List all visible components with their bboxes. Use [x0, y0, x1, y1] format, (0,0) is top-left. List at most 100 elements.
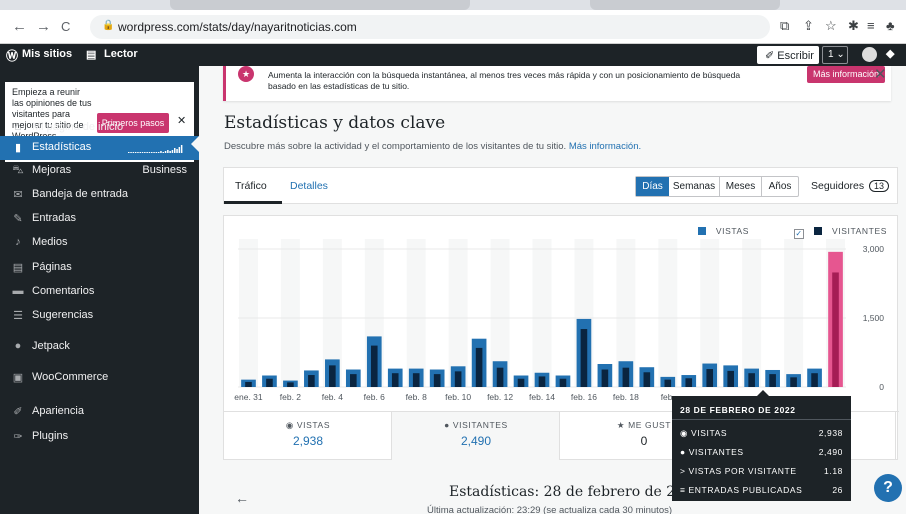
bar-chart: 3,000 1,500 0 ene. 31 feb. 2 feb. 4 feb. 6 feb.…: [234, 239, 885, 402]
notifications-count: 1: [828, 49, 834, 60]
visitors-bar[interactable]: [580, 329, 588, 387]
eye-icon: ◉: [285, 420, 294, 430]
visitors-bar[interactable]: [350, 374, 357, 387]
install-icon[interactable]: ⧉: [780, 18, 789, 34]
sidebar-item-label: Mejoras: [32, 164, 72, 176]
reload-icon[interactable]: C: [61, 19, 70, 34]
chart-column-bg: [406, 239, 426, 387]
sidebar-item-label: Páginas: [32, 261, 72, 273]
summary-tab[interactable]: ◉ VISTAS 2,938: [224, 412, 392, 460]
sidebar-item[interactable]: ▣ WooCommerce: [0, 366, 199, 390]
sidebar-item[interactable]: ✎ Entradas: [0, 207, 199, 231]
back-icon[interactable]: ←: [12, 18, 27, 35]
sidebar-item-label: Comentarios: [32, 285, 95, 297]
reader-link[interactable]: Lector: [104, 48, 138, 60]
visitors-bar[interactable]: [748, 373, 755, 387]
visitors-bar[interactable]: [538, 376, 546, 387]
visitors-bar[interactable]: [811, 373, 818, 387]
home-icon: ⌂: [14, 121, 22, 133]
sidebar-item[interactable]: ▬ Comentarios: [0, 280, 199, 304]
page-icon: ▤: [12, 262, 24, 274]
tooltip-row-icon: >: [680, 466, 686, 476]
sidebar-item-label: Apariencia: [32, 405, 84, 417]
period-days-button[interactable]: Días: [636, 177, 669, 196]
visitors-bar[interactable]: [245, 381, 252, 387]
visitors-bar[interactable]: [517, 378, 525, 387]
visitors-bar[interactable]: [727, 370, 734, 387]
visitors-bar[interactable]: [308, 375, 315, 387]
period-years-button[interactable]: Años: [761, 177, 798, 196]
visitors-bar[interactable]: [685, 378, 693, 387]
wordpress-logo-icon[interactable]: Ⓦ: [6, 47, 18, 64]
tooltip-row-text: VISITANTES: [688, 447, 744, 457]
browser-tab-strip: [0, 0, 906, 10]
followers-link[interactable]: Seguidores 13: [811, 180, 890, 192]
sidebar-item[interactable]: ✑ Plugins: [0, 425, 199, 449]
tooltip-row: ● VISITANTES 2,490: [680, 444, 843, 462]
media-icon: ♪: [15, 236, 21, 248]
x-tick-label: feb. 2: [280, 392, 302, 402]
visitors-bar[interactable]: [329, 365, 336, 387]
visitors-bar[interactable]: [643, 372, 651, 387]
jetpack-icon: ●: [14, 340, 22, 352]
visitors-bar[interactable]: [601, 369, 609, 387]
y-tick-label: 3,000: [863, 244, 885, 254]
share-icon[interactable]: ⇪: [803, 18, 814, 34]
sidebar-item[interactable]: ● Jetpack: [0, 335, 199, 359]
sidebar-item[interactable]: ▮ Estadísticas: [0, 136, 199, 160]
visitors-bar[interactable]: [433, 374, 441, 387]
page-title: Estadísticas y datos clave: [224, 113, 446, 133]
visitors-bar[interactable]: [391, 373, 399, 387]
sidebar-item[interactable]: ☰ Sugerencias: [0, 304, 199, 328]
day-stats-title: Estadísticas: 28 de febrero de 2022: [449, 484, 702, 500]
tab-traffic[interactable]: Tráfico: [235, 180, 267, 192]
masterbar: Ⓦ Mis sitios ▤ Lector ✐ Escribir 1 ⌄ ◆: [0, 44, 906, 66]
notifications-button[interactable]: 1 ⌄: [822, 46, 848, 64]
close-icon[interactable]: ✕: [874, 66, 887, 83]
visitors-bar[interactable]: [790, 377, 797, 387]
visitors-bar[interactable]: [664, 379, 672, 387]
period-months-button[interactable]: Meses: [719, 177, 761, 196]
visitors-bar[interactable]: [559, 378, 567, 387]
my-sites-link[interactable]: Mis sitios: [22, 48, 72, 60]
browser-tab[interactable]: [170, 0, 470, 10]
period-weeks-button[interactable]: Semanas: [669, 177, 719, 196]
visitors-bar[interactable]: [412, 373, 420, 387]
tooltip-row-text: ENTRADAS PUBLICADAS: [688, 485, 803, 495]
visitors-bar[interactable]: [622, 367, 630, 387]
reading-list-icon[interactable]: ≡: [867, 18, 875, 33]
previous-day-arrow-icon[interactable]: ←: [235, 490, 249, 506]
address-bar[interactable]: 🔒 wordpress.com/stats/day/nayaritnoticia…: [90, 15, 770, 39]
tooltip-row: > VISTAS POR VISITANTE 1.18: [680, 463, 843, 481]
learn-more-link[interactable]: Más información.: [569, 141, 641, 152]
visitors-bar[interactable]: [454, 371, 462, 387]
sidebar-item[interactable]: ✐ Apariencia: [0, 400, 199, 424]
plug-icon: ✑: [13, 431, 23, 443]
sidebar-item[interactable]: ✉ Bandeja de entrada: [0, 183, 199, 207]
visitors-bar[interactable]: [496, 367, 504, 387]
bell-icon[interactable]: ◆: [886, 47, 894, 60]
brush-icon: ✐: [13, 406, 23, 418]
sidebar-item-label: Estadísticas: [32, 141, 92, 153]
write-button[interactable]: ✐ Escribir: [757, 46, 819, 64]
visitors-bar[interactable]: [370, 345, 378, 387]
visitors-bar[interactable]: [832, 272, 839, 387]
visitors-bar[interactable]: [475, 347, 483, 387]
tooltip-divider: [672, 419, 851, 420]
visitors-bar[interactable]: [287, 382, 294, 387]
bookmark-star-icon[interactable]: ☆: [825, 18, 837, 34]
help-button[interactable]: ?: [874, 474, 902, 502]
browser-tab[interactable]: [590, 0, 780, 10]
visitors-bar[interactable]: [769, 374, 776, 387]
forward-icon[interactable]: →: [36, 18, 51, 35]
sidebar-item[interactable]: ⛍ Mejoras Business: [0, 159, 199, 183]
summary-tab[interactable]: ● VISITANTES 2,490: [392, 412, 560, 460]
avatar[interactable]: [862, 47, 877, 62]
visitors-bar[interactable]: [266, 378, 273, 387]
visitors-bar[interactable]: [706, 369, 714, 387]
tab-details[interactable]: Detalles: [290, 180, 328, 192]
extension-icon[interactable]: ✱: [848, 18, 859, 34]
profile-icon[interactable]: ♣: [886, 18, 895, 33]
sidebar-item[interactable]: ▤ Páginas: [0, 256, 199, 280]
sidebar-item[interactable]: ♪ Medios: [0, 231, 199, 255]
